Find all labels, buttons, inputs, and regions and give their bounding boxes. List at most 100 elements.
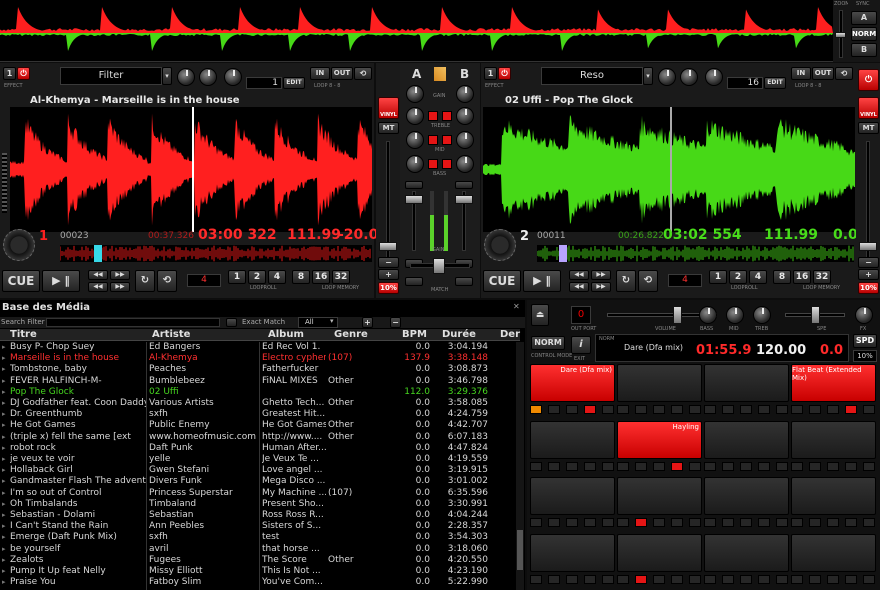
sampler-pad[interactable] xyxy=(617,477,702,515)
sampler-pad-control-button[interactable] xyxy=(671,405,683,414)
deck-b-effect-knob-3[interactable] xyxy=(705,68,723,86)
deck-a-mini-waveform[interactable] xyxy=(59,245,372,262)
sampler-pad-control-button[interactable] xyxy=(863,461,875,471)
sampler-pad-control-button[interactable] xyxy=(671,574,683,584)
deck-b-effect-knob-2[interactable] xyxy=(680,68,698,86)
library-row[interactable]: Dr. Greenthumb sxfh Greatest Hit... 0.0 4:24… xyxy=(0,409,520,420)
sampler-speed-cap[interactable] xyxy=(811,306,820,324)
sampler-pad[interactable] xyxy=(704,364,789,402)
sampler-pad-control-button[interactable] xyxy=(530,405,542,414)
deck-a-pitch-range[interactable]: 10% xyxy=(378,282,399,294)
library-row[interactable]: (triple x) fell the same [ext www.homeofm… xyxy=(0,432,520,443)
sampler-pad-control-button[interactable] xyxy=(845,518,857,527)
sampler-pad-control-button[interactable] xyxy=(602,518,614,527)
sampler-pad-control-button[interactable] xyxy=(617,574,629,584)
sampler-pad-control-button[interactable] xyxy=(635,461,647,471)
mixer-a-mid-kill[interactable] xyxy=(428,135,438,145)
sampler-pad-control-button[interactable] xyxy=(827,518,839,527)
library-row[interactable]: I'm so out of Control Princess Superstar M… xyxy=(0,488,520,499)
library-scrollbar-thumb[interactable] xyxy=(517,530,523,570)
deck-a-loop-32-button[interactable]: 32 xyxy=(332,270,350,284)
library-row[interactable]: DJ Godfather feat. Coon Daddy Various Art… xyxy=(0,398,520,409)
mixer-b-mid-knob[interactable] xyxy=(456,131,474,149)
library-row[interactable]: Gandmaster Flash The adventu Divers Funk M… xyxy=(0,476,520,487)
sampler-pad-control-button[interactable] xyxy=(617,461,629,471)
sampler-pad-control-button[interactable] xyxy=(617,518,629,527)
library-row[interactable]: He Got Games Public Enemy He Got Games Othe… xyxy=(0,420,520,431)
deck-b-loop-in-button[interactable]: IN xyxy=(791,67,811,80)
library-row[interactable]: Tombstone, baby Peaches Fatherfucker 0.0 3:0… xyxy=(0,364,520,375)
mixer-b-bass-knob[interactable] xyxy=(456,155,474,173)
sampler-pad-control-button[interactable] xyxy=(809,461,821,471)
sampler-volume-cap[interactable] xyxy=(673,306,682,324)
deck-a-power-button[interactable]: 1 xyxy=(3,67,16,80)
sampler-pad-control-button[interactable] xyxy=(566,518,578,527)
sampler-pad-control-button[interactable] xyxy=(740,518,752,527)
sync-norm-button[interactable]: NORM xyxy=(851,27,877,41)
sampler-eject-button[interactable]: ⏏ xyxy=(531,304,549,326)
column-album[interactable]: Album xyxy=(268,329,304,340)
sampler-pad-control-button[interactable] xyxy=(776,518,788,527)
sampler-pad-control-button[interactable] xyxy=(740,574,752,584)
deck-b-vinyl-button[interactable]: VINYL xyxy=(858,97,879,119)
deck-b-cue-button[interactable]: CUE xyxy=(483,270,521,292)
library-row[interactable]: FEVER HALFINCH-M- Bumblebeez FiNAL MIXES Ot… xyxy=(0,376,520,387)
deck-b-loop-display[interactable]: 4 xyxy=(668,274,702,287)
mixer-b-bass-kill[interactable] xyxy=(442,159,452,169)
library-row[interactable]: Sebastian - Dolami Sebastian Ross Ross R..… xyxy=(0,510,520,521)
library-row[interactable]: Oh Timbalands Timbaland Present Sho... 0.0 3… xyxy=(0,499,520,510)
mixer-b-treble-knob[interactable] xyxy=(456,107,474,125)
sampler-pad-control-button[interactable] xyxy=(689,461,701,471)
sampler-pad-control-button[interactable] xyxy=(602,574,614,584)
deck-a-effect-knob-2[interactable] xyxy=(199,68,217,86)
deck-a-loop-8-button[interactable]: 8 xyxy=(292,270,310,284)
sampler-pad-control-button[interactable] xyxy=(584,574,596,584)
mixer-a-treble-knob[interactable] xyxy=(406,107,424,125)
deck-a-pitch-plus[interactable]: + xyxy=(378,269,399,280)
mixer-a-mid-knob[interactable] xyxy=(406,131,424,149)
sampler-pad-control-button[interactable] xyxy=(602,405,614,414)
deck-b-waveform[interactable] xyxy=(483,107,855,232)
sampler-pad-control-button[interactable] xyxy=(548,574,560,584)
library-close-icon[interactable]: ✕ xyxy=(513,302,520,311)
sampler-pad[interactable] xyxy=(791,533,876,572)
deck-a-next-button[interactable]: ▶▶ xyxy=(110,270,130,280)
zoom-control[interactable]: ZOOM xyxy=(833,0,850,62)
deck-b-loop-value[interactable]: 16 xyxy=(727,77,763,89)
deck-b-loop-1-button[interactable]: 1 xyxy=(709,270,727,284)
sampler-pad-control-button[interactable] xyxy=(776,574,788,584)
sampler-pad[interactable] xyxy=(617,364,702,402)
sampler-pad-control-button[interactable] xyxy=(566,405,578,414)
deck-a-forward-button[interactable]: ▶▶ xyxy=(110,282,130,292)
sampler-pad-control-button[interactable] xyxy=(584,461,596,471)
deck-b-loop-reloop-button[interactable]: ⟲ xyxy=(835,67,853,80)
sampler-info-button[interactable]: i xyxy=(571,336,591,354)
sync-b-button[interactable]: B xyxy=(851,43,877,57)
deck-b-pitch-plus[interactable]: + xyxy=(858,269,879,280)
deck-b-loop-2-button[interactable]: 2 xyxy=(729,270,747,284)
sampler-pad-control-button[interactable] xyxy=(689,405,701,414)
mixer-a-pfl-button[interactable] xyxy=(405,181,423,189)
deck-a-loop-out-button[interactable]: OUT xyxy=(331,67,353,80)
sampler-pad-control-button[interactable] xyxy=(653,518,665,527)
deck-a-scratch-button[interactable]: ↻ xyxy=(135,270,155,292)
deck-b-effect-power-button[interactable]: ⏻ xyxy=(498,67,511,80)
sampler-pad-control-button[interactable] xyxy=(827,461,839,471)
sampler-pad-control-button[interactable] xyxy=(776,405,788,414)
library-row[interactable]: Pop The Glock 02 Uffi 112.0 3:29.376 ▸ xyxy=(0,387,520,398)
library-row[interactable]: be yourself avril that horse ... 0.0 3:18.06… xyxy=(0,544,520,555)
sampler-pad[interactable] xyxy=(617,533,702,572)
deck-a-prev-button[interactable]: ◀◀ xyxy=(88,270,108,280)
deck-b-prev-button[interactable]: ◀◀ xyxy=(569,270,589,280)
sampler-pad-control-button[interactable] xyxy=(863,405,875,414)
mixer-a-bass-kill[interactable] xyxy=(428,159,438,169)
sampler-pad-control-button[interactable] xyxy=(758,461,770,471)
sampler-pad-control-button[interactable] xyxy=(791,518,803,527)
deck-b-rewind-button[interactable]: ◀◀ xyxy=(569,282,589,292)
deck-b-jog-wheel[interactable] xyxy=(484,229,516,261)
library-row[interactable]: Marseille is in the house Al-Khemya Electr… xyxy=(0,353,520,364)
sampler-pad-control-button[interactable] xyxy=(530,518,542,527)
mixer-a-bass-knob[interactable] xyxy=(406,155,424,173)
mixer-b-match-button[interactable] xyxy=(455,277,473,286)
sampler-pad[interactable] xyxy=(791,477,876,515)
